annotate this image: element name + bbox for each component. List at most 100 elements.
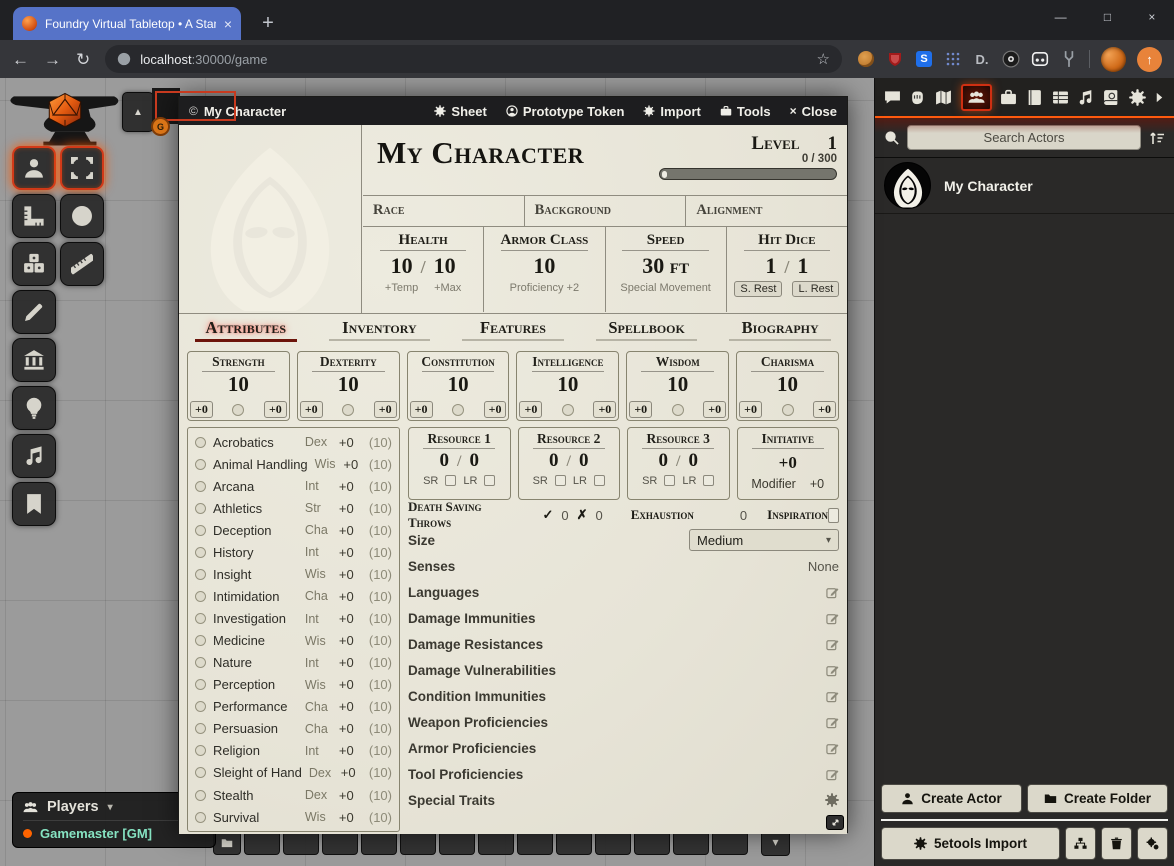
skill-proficiency-radio[interactable] bbox=[195, 767, 206, 778]
journal-notes-button[interactable] bbox=[12, 482, 56, 526]
window-header[interactable]: © My Character Sheet Prototype Token Imp… bbox=[179, 97, 847, 125]
macro-slot[interactable] bbox=[478, 831, 514, 855]
macro-slot[interactable] bbox=[361, 831, 397, 855]
skill-proficiency-radio[interactable] bbox=[195, 591, 206, 602]
hp-tempmax-label[interactable]: +Max bbox=[434, 282, 461, 294]
skill-proficiency-radio[interactable] bbox=[195, 569, 206, 580]
ability-save-mod[interactable]: +0 bbox=[739, 401, 762, 418]
resource-value[interactable]: 0 bbox=[440, 451, 450, 472]
ability-value[interactable]: 10 bbox=[298, 374, 399, 395]
skill-row[interactable]: Survival Wis +0 (10) bbox=[195, 806, 392, 828]
tile-controls-button[interactable] bbox=[12, 338, 56, 382]
macro-slot[interactable] bbox=[712, 831, 748, 855]
ability-name[interactable]: Intelligence bbox=[517, 354, 618, 370]
ability-proficiency-radio[interactable] bbox=[672, 404, 684, 416]
actor-list-item[interactable]: My Character bbox=[875, 158, 1174, 214]
sheet-tab[interactable]: Spellbook bbox=[580, 318, 714, 346]
ability-value[interactable]: 10 bbox=[517, 374, 618, 395]
macro-slot[interactable] bbox=[283, 831, 319, 855]
fork-extension-icon[interactable] bbox=[1060, 50, 1078, 68]
resource-max[interactable]: 0 bbox=[579, 451, 589, 472]
macro-slot[interactable] bbox=[244, 831, 280, 855]
macro-slot[interactable] bbox=[673, 831, 709, 855]
skill-proficiency-radio[interactable] bbox=[195, 547, 206, 558]
sheet-tab[interactable]: Features bbox=[446, 318, 580, 346]
skill-proficiency-radio[interactable] bbox=[195, 790, 206, 801]
ability-save-mod[interactable]: +0 bbox=[300, 401, 323, 418]
death-failure-count[interactable]: 0 bbox=[595, 508, 602, 523]
death-failure-icon[interactable]: ✗ bbox=[577, 507, 588, 523]
skill-proficiency-radio[interactable] bbox=[195, 525, 206, 536]
reload-button[interactable]: ↻ bbox=[76, 51, 90, 68]
sort-icon[interactable] bbox=[1149, 130, 1165, 146]
ability-proficiency-radio[interactable] bbox=[562, 404, 574, 416]
grid-extension-icon[interactable] bbox=[944, 50, 962, 68]
death-saves-label[interactable]: Death Saving Throws bbox=[408, 499, 490, 531]
address-bar[interactable]: localhost:30000/game ☆ bbox=[105, 45, 842, 73]
skill-proficiency-radio[interactable] bbox=[195, 459, 206, 470]
alignment-field[interactable]: Alignment bbox=[685, 196, 847, 226]
skill-row[interactable]: Stealth Dex +0 (10) bbox=[195, 784, 392, 806]
tab-compendium-icon[interactable] bbox=[1103, 89, 1120, 106]
xp-value[interactable]: 0 / 300 bbox=[659, 153, 837, 165]
edit-icon[interactable] bbox=[826, 664, 839, 677]
skill-row[interactable]: Religion Int +0 (10) bbox=[195, 740, 392, 762]
tab-tables-icon[interactable] bbox=[1052, 89, 1069, 106]
ability-block[interactable]: Dexterity 10 +0 +0 bbox=[297, 351, 400, 421]
select-targets-button[interactable] bbox=[60, 146, 104, 190]
skill-proficiency-radio[interactable] bbox=[195, 657, 206, 668]
initiative-block[interactable]: Initiative +0 Modifier+0 bbox=[737, 427, 840, 500]
hp-current[interactable]: 10 bbox=[391, 253, 413, 279]
sheet-tab[interactable]: Inventory bbox=[313, 318, 447, 346]
window-resize-handle[interactable] bbox=[826, 815, 844, 830]
hd-current[interactable]: 1 bbox=[765, 253, 776, 279]
profile-avatar[interactable] bbox=[1101, 47, 1126, 72]
macro-slot[interactable] bbox=[595, 831, 631, 855]
lr-checkbox[interactable] bbox=[703, 475, 714, 486]
special-traits-config-icon[interactable] bbox=[825, 793, 839, 807]
edit-icon[interactable] bbox=[826, 768, 839, 781]
tab-close-icon[interactable]: × bbox=[224, 17, 232, 31]
settings-gears-button[interactable] bbox=[1137, 827, 1168, 860]
hp-max[interactable]: 10 bbox=[434, 253, 456, 279]
inspiration-checkbox[interactable] bbox=[828, 508, 839, 523]
close-sheet-button[interactable]: × Close bbox=[790, 104, 837, 119]
ability-value[interactable]: 10 bbox=[627, 374, 728, 395]
skill-proficiency-radio[interactable] bbox=[195, 503, 206, 514]
tab-scenes-icon[interactable] bbox=[935, 89, 952, 106]
players-collapse-icon[interactable]: ▾ bbox=[108, 802, 113, 813]
ability-save-mod[interactable]: +0 bbox=[629, 401, 652, 418]
d-extension-icon[interactable]: D. bbox=[973, 50, 991, 68]
import-button[interactable]: Import bbox=[643, 104, 700, 119]
back-button[interactable]: ← bbox=[12, 51, 29, 68]
resource-value[interactable]: 0 bbox=[549, 451, 559, 472]
sr-checkbox[interactable] bbox=[445, 475, 456, 486]
target-button[interactable] bbox=[60, 194, 104, 238]
character-name[interactable]: My Character bbox=[377, 137, 584, 195]
ability-name[interactable]: Charisma bbox=[737, 354, 838, 370]
ability-block[interactable]: Constitution 10 +0 +0 bbox=[407, 351, 510, 421]
resource-title[interactable]: Resource 1 bbox=[409, 431, 510, 447]
skill-row[interactable]: Intimidation Cha +0 (10) bbox=[195, 585, 392, 607]
ability-check-mod[interactable]: +0 bbox=[593, 401, 616, 418]
tools-button[interactable]: Tools bbox=[720, 104, 771, 119]
macro-slot[interactable] bbox=[322, 831, 358, 855]
macro-slot[interactable] bbox=[517, 831, 553, 855]
ability-proficiency-radio[interactable] bbox=[342, 404, 354, 416]
lr-checkbox[interactable] bbox=[484, 475, 495, 486]
ability-value[interactable]: 10 bbox=[188, 374, 289, 395]
prototype-token-button[interactable]: Prototype Token bbox=[506, 104, 625, 119]
robot-extension-icon[interactable] bbox=[1031, 50, 1049, 68]
lens-extension-icon[interactable] bbox=[1002, 50, 1020, 68]
site-info-icon[interactable] bbox=[117, 52, 131, 66]
ability-block[interactable]: Strength 10 +0 +0 bbox=[187, 351, 290, 421]
forward-button[interactable]: → bbox=[44, 51, 61, 68]
macro-slot[interactable] bbox=[634, 831, 670, 855]
level-value[interactable]: 1 bbox=[828, 133, 838, 155]
create-folder-button[interactable]: Create Folder bbox=[1027, 784, 1168, 813]
tab-actors-icon[interactable] bbox=[961, 84, 992, 111]
ac-value[interactable]: 10 bbox=[533, 253, 555, 279]
bookmark-star-icon[interactable]: ☆ bbox=[817, 50, 830, 68]
macro-slot[interactable] bbox=[556, 831, 592, 855]
create-actor-button[interactable]: Create Actor bbox=[881, 784, 1022, 813]
